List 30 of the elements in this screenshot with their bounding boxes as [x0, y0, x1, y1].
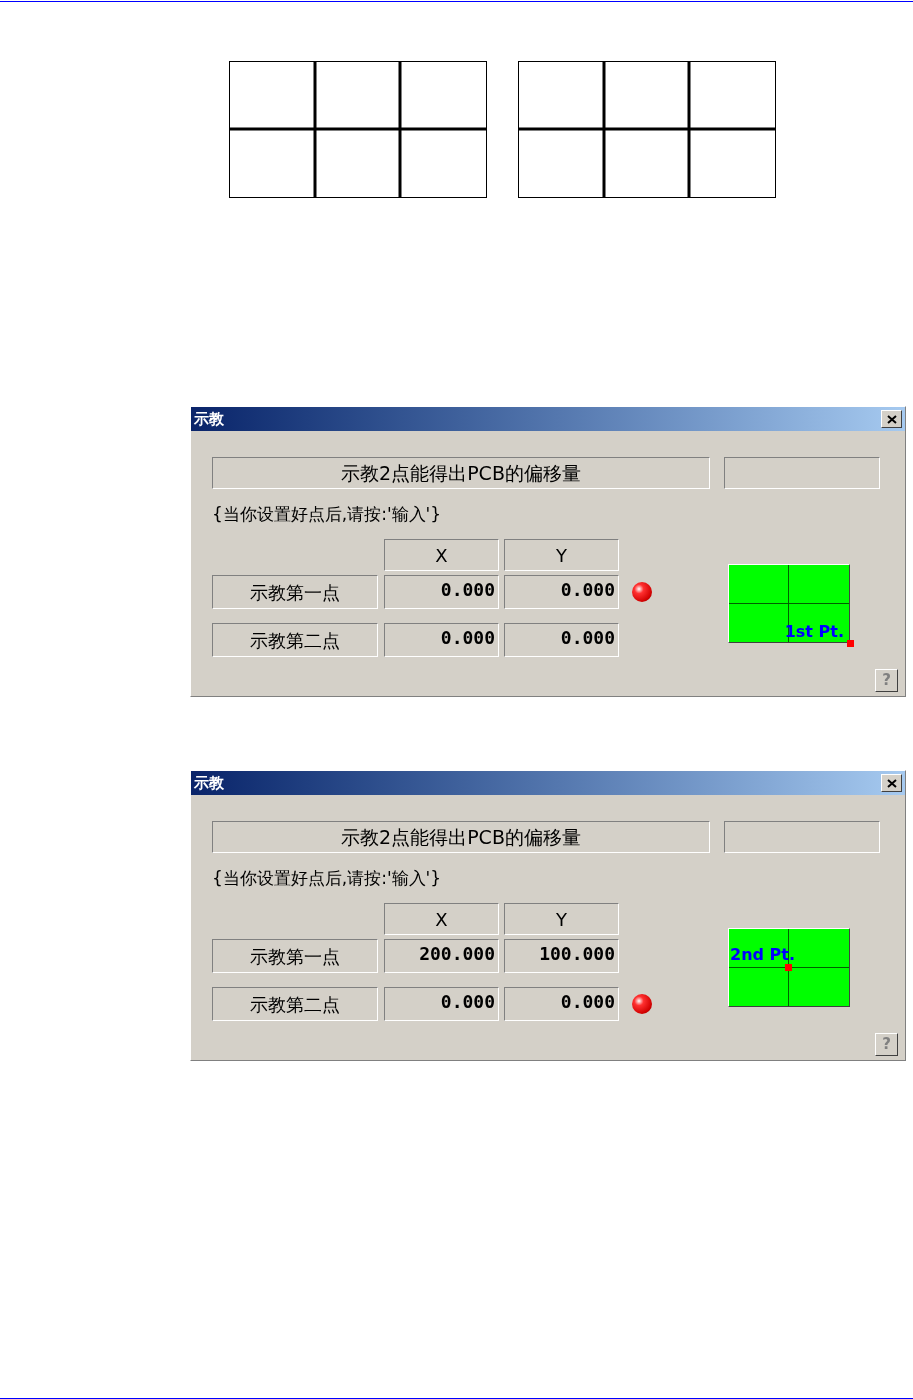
- instruction-text: {当你设置好点后,请按:'输入'}: [212, 503, 443, 524]
- column-header: Y: [504, 903, 619, 935]
- coordinate-field: 0.000: [384, 987, 499, 1021]
- coordinate-field: 0.000: [384, 575, 499, 609]
- point-label: 示教第一点: [212, 939, 378, 973]
- point-marker: [785, 964, 792, 971]
- close-button[interactable]: [881, 410, 902, 428]
- coordinate-field: 0.000: [504, 987, 619, 1021]
- point-marker: [847, 640, 854, 647]
- coordinate-field: 200.000: [384, 939, 499, 973]
- column-header: Y: [504, 539, 619, 571]
- coordinate-field: 100.000: [504, 939, 619, 973]
- instruction-text: {当你设置好点后,请按:'输入'}: [212, 867, 443, 888]
- close-icon: [886, 414, 897, 424]
- heading-label: 示教2点能得出PCB的偏移量: [212, 821, 710, 853]
- column-header: X: [384, 539, 499, 571]
- help-button[interactable]: ?: [875, 1033, 898, 1056]
- window-title: 示教: [194, 408, 224, 430]
- coordinate-field: 0.000: [384, 623, 499, 657]
- close-button[interactable]: [881, 774, 902, 792]
- point-label: 示教第二点: [212, 623, 378, 657]
- close-icon: [886, 778, 897, 788]
- heading-label: 示教2点能得出PCB的偏移量: [212, 457, 710, 489]
- column-header: X: [384, 903, 499, 935]
- point-label: 示教第二点: [212, 987, 378, 1021]
- help-button[interactable]: ?: [875, 669, 898, 692]
- point-label: 示教第一点: [212, 575, 378, 609]
- coordinate-field: 0.000: [504, 623, 619, 657]
- window-title: 示教: [194, 772, 224, 794]
- coordinate-field: 0.000: [504, 575, 619, 609]
